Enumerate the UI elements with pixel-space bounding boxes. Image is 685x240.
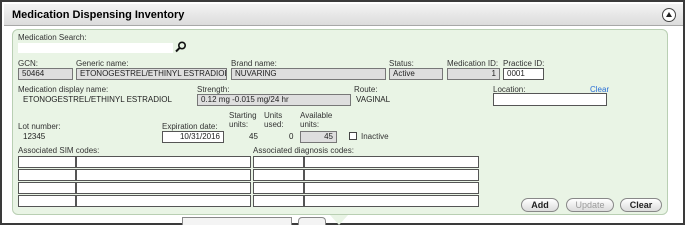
medication-search-input[interactable]	[18, 43, 173, 53]
route-value: VAGINAL	[356, 95, 391, 104]
add-button[interactable]: Add	[521, 198, 559, 212]
strength-label: Strength:	[197, 85, 230, 94]
sim-desc-cell[interactable]	[76, 169, 251, 181]
sim-code-cell[interactable]	[18, 195, 76, 207]
display-name-label: Medication display name:	[18, 85, 109, 94]
page-title: Medication Dispensing Inventory	[12, 9, 185, 21]
clear-button[interactable]: Clear	[620, 198, 662, 212]
update-button[interactable]: Update	[566, 198, 614, 212]
practice-id-field[interactable]: 0001	[503, 68, 544, 80]
bottom-tab[interactable]	[182, 217, 292, 225]
sim-desc-cell[interactable]	[76, 182, 251, 194]
medication-form-panel: Medication Search: GCN: 50464 Generic na…	[12, 29, 668, 215]
diagnosis-desc-cell[interactable]	[304, 156, 479, 168]
collapse-up-icon[interactable]	[662, 8, 676, 22]
units-used-label-line1: Units	[264, 111, 283, 120]
diagnosis-desc-cell[interactable]	[304, 195, 479, 207]
location-field[interactable]	[493, 93, 607, 106]
sim-desc-cell[interactable]	[76, 156, 251, 168]
inactive-label: Inactive	[361, 132, 389, 141]
generic-name-label: Generic name:	[76, 59, 129, 68]
diagnosis-code-cell[interactable]	[253, 195, 304, 207]
display-name-value[interactable]: ETONOGESTREL/ETHINYL ESTRADIOL	[23, 95, 172, 105]
diagnosis-codes-label: Associated diagnosis codes:	[253, 146, 354, 155]
diagnosis-desc-cell[interactable]	[304, 169, 479, 181]
bottom-tab-small[interactable]	[298, 217, 326, 225]
expiration-date-label: Expiration date:	[162, 122, 218, 131]
medication-id-field: 1	[447, 68, 500, 80]
available-units-field: 45	[300, 131, 337, 143]
panel-pointer	[330, 215, 348, 225]
sim-code-cell[interactable]	[18, 156, 76, 168]
strength-field: 0.12 mg -0.015 mg/24 hr	[197, 94, 351, 106]
brand-name-label: Brand name:	[231, 59, 277, 68]
status-label: Status:	[389, 59, 414, 68]
practice-id-label: Practice ID:	[503, 59, 545, 68]
expiration-date-field[interactable]: 10/31/2016	[162, 131, 224, 143]
starting-units-label-line1: Starting	[229, 111, 257, 120]
available-units-label-line2: units:	[300, 120, 320, 129]
medication-id-label: Medication ID:	[447, 59, 499, 68]
sim-code-cell[interactable]	[18, 169, 76, 181]
sim-codes-label: Associated SIM codes:	[18, 146, 100, 155]
status-field: Active	[389, 68, 443, 80]
diagnosis-code-cell[interactable]	[253, 182, 304, 194]
brand-name-field: NUVARING	[231, 68, 386, 80]
available-units-label-line1: Available	[300, 111, 333, 120]
sim-code-cell[interactable]	[18, 182, 76, 194]
route-label: Route:	[354, 85, 378, 94]
starting-units-value[interactable]: 45	[249, 132, 258, 142]
diagnosis-code-cell[interactable]	[253, 169, 304, 181]
gcn-label: GCN:	[18, 59, 38, 68]
diagnosis-code-cell[interactable]	[253, 156, 304, 168]
units-used-value[interactable]: 0	[289, 132, 293, 142]
diagnosis-desc-cell[interactable]	[304, 182, 479, 194]
generic-name-field: ETONOGESTREL/ETHINYL ESTRADIOL	[76, 68, 227, 80]
starting-units-label-line2: units:	[229, 120, 249, 129]
inactive-checkbox[interactable]	[349, 132, 357, 140]
search-icon[interactable]	[175, 41, 187, 53]
medication-search-label: Medication Search:	[18, 33, 87, 42]
units-used-label-line2: used:	[264, 120, 284, 129]
gcn-field: 50464	[18, 68, 73, 80]
section-header: Medication Dispensing Inventory	[4, 4, 683, 26]
lot-number-value[interactable]: 12345	[23, 132, 45, 142]
lot-number-label: Lot number:	[18, 122, 61, 131]
sim-desc-cell[interactable]	[76, 195, 251, 207]
